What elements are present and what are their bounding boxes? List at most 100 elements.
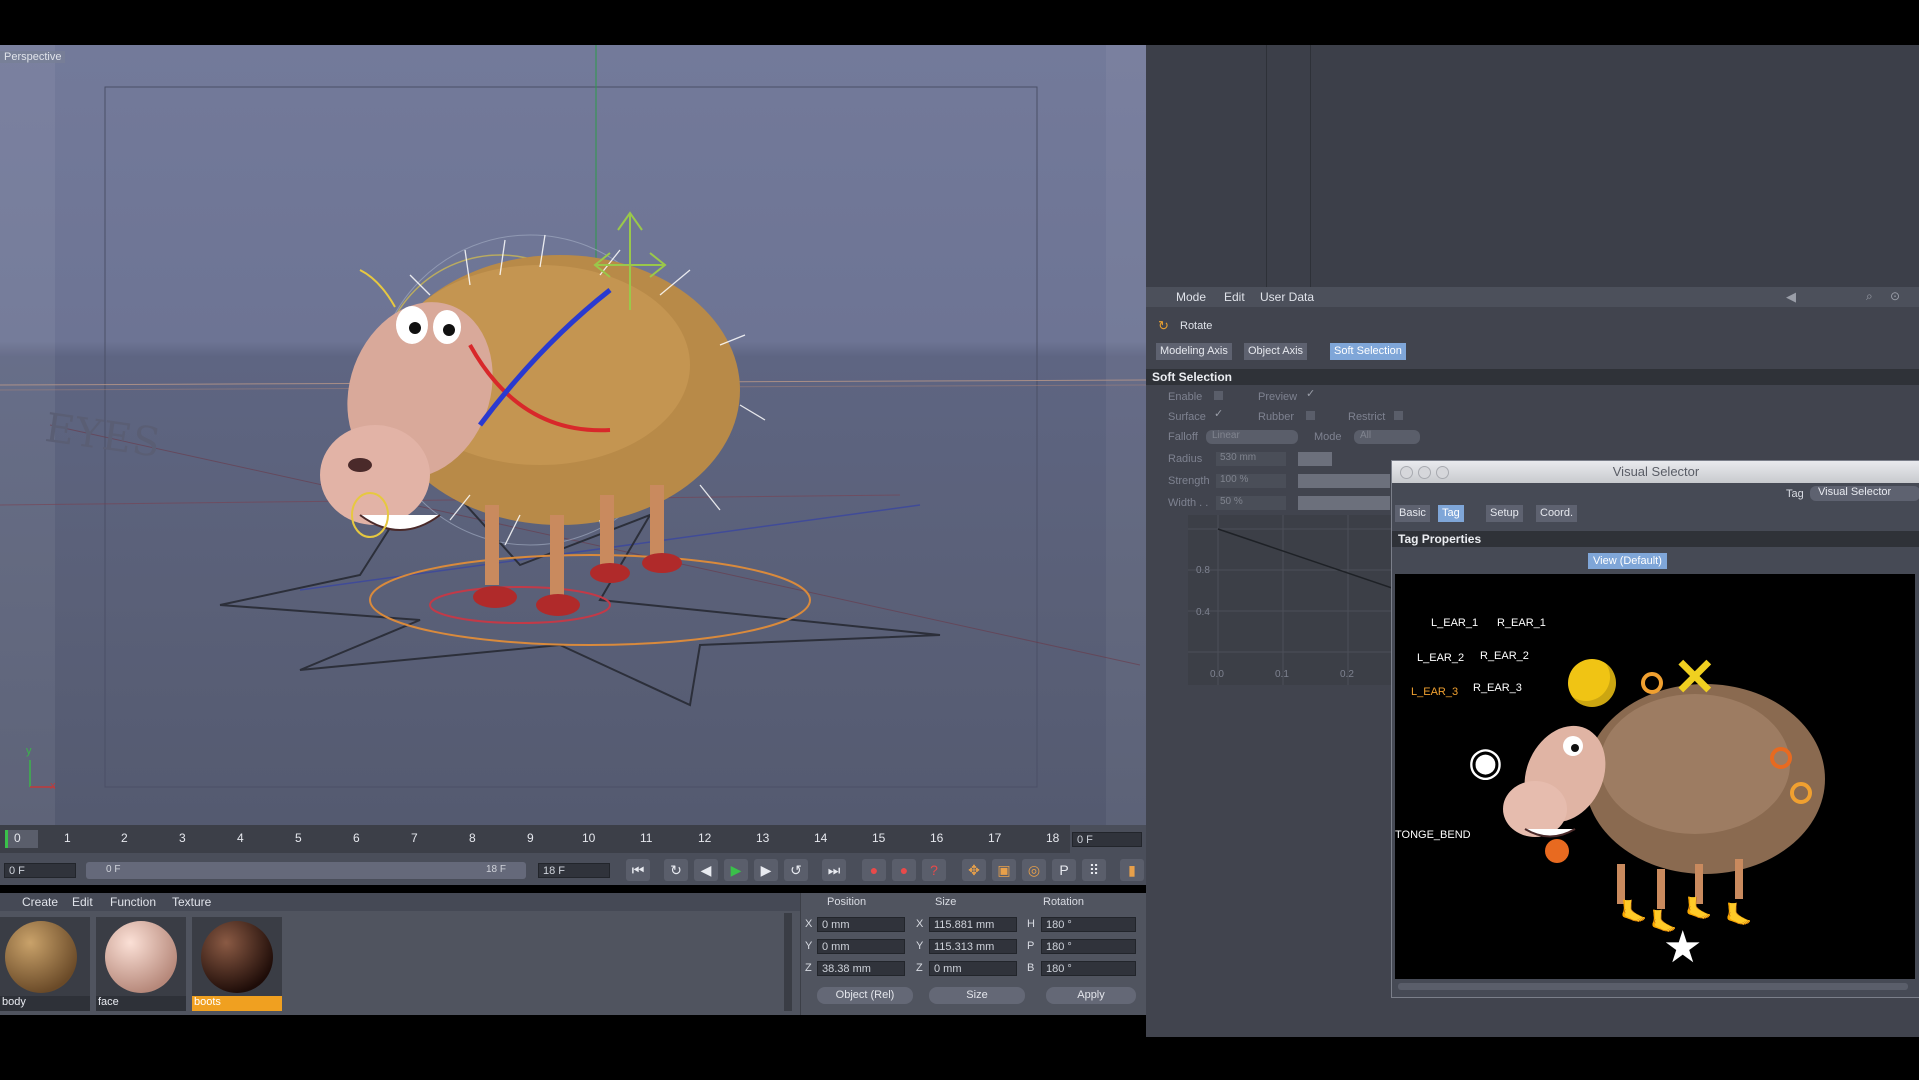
foot-back-left-icon[interactable]: 🦶: [1685, 896, 1712, 922]
position-header: Position: [827, 896, 867, 908]
close-window-icon[interactable]: [1400, 466, 1413, 479]
tab-soft-selection[interactable]: Soft Selection: [1330, 343, 1406, 360]
go-to-previous-key-button[interactable]: ↻: [664, 859, 688, 881]
tab-tag[interactable]: Tag: [1438, 505, 1464, 522]
rubber-label: Rubber: [1258, 411, 1295, 423]
menu-function[interactable]: Function: [110, 895, 156, 909]
tab-basic[interactable]: Basic: [1395, 505, 1430, 522]
axis-y-label: y: [26, 745, 32, 757]
next-frame-button[interactable]: ▶: [754, 859, 778, 881]
material-swatch-body[interactable]: body: [0, 917, 90, 1011]
picker-r-ear-3[interactable]: R_EAR_3: [1473, 682, 1522, 694]
tab-modeling-axis[interactable]: Modeling Axis: [1156, 343, 1232, 360]
picker-tonge-bend[interactable]: TONGE_BEND: [1395, 829, 1471, 841]
menu-edit[interactable]: Edit: [72, 895, 93, 909]
menu-edit[interactable]: Edit: [1224, 290, 1245, 304]
go-to-start-button[interactable]: ⏮: [626, 859, 650, 881]
preview-checkbox[interactable]: ✓: [1306, 387, 1315, 400]
strength-field[interactable]: 100 %: [1216, 474, 1286, 488]
radius-field[interactable]: 530 mm: [1216, 452, 1286, 466]
apply-button[interactable]: Apply: [1046, 987, 1136, 1004]
record-scale-button[interactable]: ▣: [992, 859, 1016, 881]
end-frame-field[interactable]: 18 F: [538, 863, 610, 878]
preview-range-slider[interactable]: 0 F 18 F: [86, 862, 526, 879]
size-mode-select[interactable]: Size: [929, 987, 1025, 1004]
picker-l-ear-2[interactable]: L_EAR_2: [1417, 652, 1464, 664]
size-y-field[interactable]: 115.313 mm: [929, 939, 1017, 954]
record-active-objects-button[interactable]: ●: [862, 859, 886, 881]
material-scrollbar[interactable]: [784, 913, 792, 1011]
record-rotation-button[interactable]: ◎: [1022, 859, 1046, 881]
start-frame-field[interactable]: 0 F: [4, 863, 76, 878]
current-frame-field[interactable]: 0 F: [1072, 832, 1142, 847]
root-star-control-icon[interactable]: ★: [1663, 926, 1702, 970]
material-swatch-boots[interactable]: boots: [192, 917, 282, 1011]
tail-tip-control-icon[interactable]: [1790, 782, 1812, 804]
menu-texture[interactable]: Texture: [172, 895, 211, 909]
coordinate-mode-select[interactable]: Object (Rel): [817, 987, 913, 1004]
picker-r-ear-2[interactable]: R_EAR_2: [1480, 650, 1529, 662]
ear-control-icon[interactable]: [1641, 672, 1663, 694]
picker-r-ear-1[interactable]: R_EAR_1: [1497, 617, 1546, 629]
tab-coord[interactable]: Coord.: [1536, 505, 1578, 522]
material-swatch-face[interactable]: face: [96, 917, 186, 1011]
rot-b-field[interactable]: 180 °: [1041, 961, 1136, 976]
window-titlebar[interactable]: Visual Selector: [1392, 461, 1919, 483]
menu-mode[interactable]: Mode: [1176, 290, 1206, 304]
tail-control-icon[interactable]: [1770, 747, 1792, 769]
tongue-control-icon[interactable]: [1545, 839, 1569, 863]
foot-front-left-icon[interactable]: 🦶: [1620, 899, 1647, 925]
rot-p-field[interactable]: 180 °: [1041, 939, 1136, 954]
go-to-next-key-button[interactable]: ↺: [784, 859, 808, 881]
eye-control-icon[interactable]: ◉: [1468, 742, 1503, 782]
current-frame-marker[interactable]: [5, 830, 38, 848]
horizontal-scrollbar[interactable]: [1398, 983, 1908, 990]
surface-checkbox[interactable]: ✓: [1214, 407, 1223, 420]
search-icon[interactable]: ⌕: [1866, 289, 1873, 304]
record-parameter-button[interactable]: P: [1052, 859, 1076, 881]
visual-selector-canvas[interactable]: L_EAR_1 R_EAR_1 L_EAR_2 R_EAR_2 L_EAR_3 …: [1395, 574, 1915, 979]
mode-select[interactable]: All: [1354, 430, 1420, 444]
view-default-button[interactable]: View (Default): [1588, 553, 1667, 569]
strength-slider[interactable]: [1298, 474, 1390, 488]
menu-user-data[interactable]: User Data: [1260, 290, 1314, 304]
close-x-control-icon[interactable]: ✕: [1673, 652, 1717, 704]
back-arrow-icon[interactable]: ◀: [1786, 289, 1796, 305]
previous-frame-button[interactable]: ◀: [694, 859, 718, 881]
rubber-checkbox[interactable]: [1306, 411, 1315, 420]
minimize-window-icon[interactable]: [1418, 466, 1431, 479]
3d-viewport[interactable]: Perspective EYES y x: [0, 45, 1146, 825]
enable-checkbox[interactable]: [1214, 391, 1223, 400]
timeline-ruler[interactable]: 0 1 2 3 4 5 6 7 8 9 10 11 12 13 14 15 16…: [0, 825, 1070, 853]
width-slider[interactable]: [1298, 496, 1390, 510]
record-point-level-button[interactable]: ⠿: [1082, 859, 1106, 881]
tab-object-axis[interactable]: Object Axis: [1244, 343, 1308, 360]
radius-slider[interactable]: [1298, 452, 1332, 466]
autokeying-button[interactable]: ●: [892, 859, 916, 881]
falloff-graph[interactable]: 0.8 0.4 0.0 0.1 0.2: [1188, 515, 1399, 685]
picker-l-ear-1[interactable]: L_EAR_1: [1431, 617, 1478, 629]
window-title: Visual Selector: [1612, 464, 1700, 479]
width-field[interactable]: 50 %: [1216, 496, 1286, 510]
scheme-button[interactable]: ▮: [1120, 859, 1144, 881]
tab-setup[interactable]: Setup: [1486, 505, 1523, 522]
restrict-checkbox[interactable]: [1394, 411, 1403, 420]
pos-z-field[interactable]: 38.38 mm: [817, 961, 905, 976]
record-position-button[interactable]: ✥: [962, 859, 986, 881]
zoom-window-icon[interactable]: [1436, 466, 1449, 479]
keyframe-selection-button[interactable]: ?: [922, 859, 946, 881]
tag-type-select[interactable]: Visual Selector: [1810, 486, 1919, 501]
go-to-end-button[interactable]: ⏭: [822, 859, 846, 881]
picker-l-ear-3[interactable]: L_EAR_3: [1411, 686, 1458, 698]
head-control-icon[interactable]: [1568, 659, 1616, 707]
menu-create[interactable]: Create: [22, 895, 58, 909]
size-x-field[interactable]: 115.881 mm: [929, 917, 1017, 932]
rot-h-field[interactable]: 180 °: [1041, 917, 1136, 932]
lock-icon[interactable]: ⊙: [1890, 289, 1900, 303]
pos-y-field[interactable]: 0 mm: [817, 939, 905, 954]
play-button[interactable]: ▶: [724, 859, 748, 881]
foot-back-right-icon[interactable]: 🦶: [1725, 902, 1752, 928]
falloff-select[interactable]: Linear: [1206, 430, 1298, 444]
pos-x-field[interactable]: 0 mm: [817, 917, 905, 932]
size-z-field[interactable]: 0 mm: [929, 961, 1017, 976]
